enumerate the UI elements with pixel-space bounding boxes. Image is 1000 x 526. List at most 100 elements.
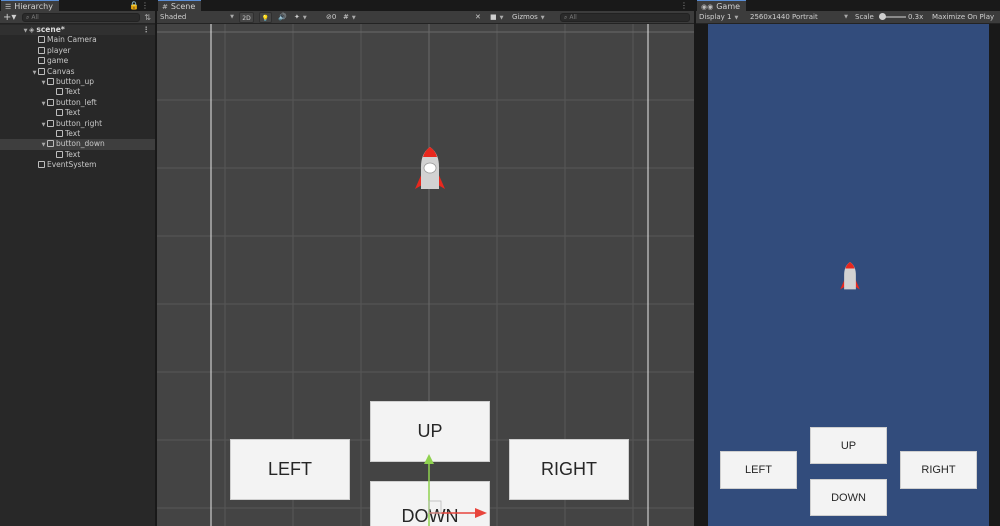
create-plus-icon[interactable]: +▾	[3, 11, 16, 24]
gameobject-cube-icon	[47, 140, 54, 148]
game-toolbar: Display 1 ▼ 2560x1440 Portrait ▼ Scale 0.3…	[696, 11, 1000, 24]
hierarchy-item-label: Main Camera	[47, 35, 97, 45]
game-button-right[interactable]: RIGHT	[900, 451, 977, 489]
scene-search-placeholder: All	[569, 14, 577, 21]
tab-scene[interactable]: # Scene	[158, 0, 202, 11]
move-gizmo[interactable]	[419, 452, 491, 526]
scene-button-right[interactable]: RIGHT	[509, 439, 629, 500]
tab-hierarchy[interactable]: ☰ Hierarchy	[1, 0, 59, 11]
toggle-2d-button[interactable]: 2D	[239, 12, 254, 23]
gameobject-cube-icon	[56, 88, 63, 96]
scene-view[interactable]: UP LEFT RIGHT DOWN	[157, 24, 694, 526]
game-button-up[interactable]: UP	[810, 427, 887, 464]
scale-label: Scale	[855, 13, 874, 21]
chevron-down-icon: ▼	[734, 15, 739, 21]
effects-icon[interactable]: ✦ ▼	[294, 12, 307, 23]
game-panel: ◉◉ Game Display 1 ▼ 2560x1440 Portrait ▼ Sc…	[696, 0, 1000, 526]
hierarchy-item[interactable]: ▼ button_right	[0, 119, 155, 129]
hierarchy-item-label: game	[47, 56, 69, 66]
gameobject-cube-icon	[47, 98, 54, 106]
tab-hierarchy-label: Hierarchy	[14, 2, 53, 11]
hierarchy-item-label: player	[47, 45, 71, 55]
unity-scene-icon: ◈	[29, 26, 35, 34]
scene-toolbar: Shaded ▼ 2D 💡 🔊 ✦ ▼ ⊘0 # ▼ ✕ ■ ▼ Gizmos ▼ ⌕ Al…	[157, 11, 694, 24]
scene-tabbar: # Scene ⋮	[157, 0, 694, 11]
scene-panel-menu-icon[interactable]: ⋮	[680, 0, 690, 11]
gameobject-cube-icon	[38, 46, 45, 54]
display-label: Display 1	[699, 13, 732, 21]
scene-visibility-icon[interactable]: ⊘0	[326, 12, 336, 23]
player-rocket[interactable]	[414, 147, 446, 193]
hierarchy-item[interactable]: player	[0, 46, 155, 56]
lighting-icon[interactable]: 💡	[259, 12, 272, 23]
hierarchy-toolbar: +▾ ⌕ All ⇅	[0, 11, 155, 24]
chevron-down-icon: ▼	[499, 15, 504, 21]
tab-game[interactable]: ◉◉ Game	[697, 0, 747, 11]
hierarchy-tabbar: ☰ Hierarchy 🔒⋮	[0, 0, 155, 11]
hierarchy-item[interactable]: Main Camera	[0, 35, 155, 45]
gameobject-cube-icon	[38, 161, 45, 169]
chevron-down-icon: ▼	[844, 14, 848, 20]
camera-icon[interactable]: ■ ▼	[490, 12, 503, 23]
gamepad-icon: ◉◉	[701, 3, 714, 11]
shading-mode-dropdown[interactable]: Shaded ▼	[160, 12, 236, 23]
hierarchy-search-input[interactable]: ⌕ All	[22, 13, 140, 22]
gameobject-cube-icon	[38, 36, 45, 44]
scene-search-input[interactable]: ⌕ All	[560, 13, 690, 22]
search-icon: ⌕	[564, 14, 568, 21]
hierarchy-item-label: button_left	[56, 97, 97, 107]
tools-icon[interactable]: ✕	[475, 12, 481, 23]
chevron-down-icon: ▼	[302, 15, 307, 21]
hierarchy-item[interactable]: EventSystem	[0, 160, 155, 170]
gameobject-cube-icon	[38, 57, 45, 65]
display-dropdown[interactable]: Display 1 ▼	[699, 12, 738, 23]
chevron-down-icon: ▼	[230, 14, 234, 20]
hierarchy-item[interactable]: Text	[0, 87, 155, 97]
hierarchy-item[interactable]: ▼ button_down	[0, 139, 155, 150]
hierarchy-item-label: Text	[65, 128, 81, 138]
hierarchy-item[interactable]: Text	[0, 150, 155, 160]
scene-options-icon[interactable]: ⋮	[143, 25, 151, 35]
hierarchy-item-label: scene*	[36, 25, 65, 34]
hierarchy-item[interactable]: ▼ Canvas	[0, 67, 155, 77]
hierarchy-item-label: EventSystem	[47, 160, 97, 170]
game-tabbar: ◉◉ Game	[696, 0, 1000, 11]
hierarchy-item[interactable]: ▼ button_left	[0, 98, 155, 108]
chevron-down-icon: ▼	[351, 15, 356, 21]
hierarchy-item-label: Text	[65, 87, 81, 97]
scene-button-left[interactable]: LEFT	[230, 439, 350, 500]
scene-panel: # Scene ⋮ Shaded ▼ 2D 💡 🔊 ✦ ▼ ⊘0 # ▼ ✕ ■ ▼ Gi…	[157, 0, 694, 526]
grid-toggle-icon[interactable]: # ▼	[343, 12, 356, 23]
resolution-dropdown[interactable]: 2560x1440 Portrait ▼	[750, 12, 850, 23]
shading-mode-label: Shaded	[160, 13, 187, 21]
scale-slider-handle[interactable]	[879, 13, 886, 20]
game-button-down[interactable]: DOWN	[810, 479, 887, 516]
maximize-on-play-toggle[interactable]: Maximize On Play	[932, 12, 994, 23]
hierarchy-item-label: Text	[65, 149, 81, 159]
gameobject-cube-icon	[47, 119, 54, 127]
gameobject-cube-icon	[56, 150, 63, 158]
sort-icon[interactable]: ⇅	[144, 11, 151, 24]
hierarchy-search-placeholder: All	[31, 14, 39, 21]
hierarchy-panel: ☰ Hierarchy 🔒⋮ +▾ ⌕ All ⇅ ▼ ◈ scene* ⋮ Main Ca…	[0, 0, 155, 526]
hierarchy-scene-row[interactable]: ▼ ◈ scene* ⋮	[0, 25, 155, 36]
audio-icon[interactable]: 🔊	[278, 12, 287, 23]
grid-icon: #	[162, 3, 168, 11]
scale-value: 0.3x	[908, 13, 924, 21]
hidden-count: 0	[331, 13, 337, 21]
game-view: UP LEFT RIGHT DOWN	[696, 24, 1000, 526]
gameobject-cube-icon	[38, 67, 45, 75]
hierarchy-item[interactable]: Text	[0, 108, 155, 118]
panel-menu-icon[interactable]: 🔒⋮	[129, 0, 151, 11]
gameobject-cube-icon	[56, 109, 63, 117]
hierarchy-item-label: Text	[65, 108, 81, 118]
resolution-label: 2560x1440 Portrait	[750, 13, 818, 21]
gizmos-label: Gizmos	[512, 13, 538, 21]
game-button-left[interactable]: LEFT	[720, 451, 797, 489]
hierarchy-item-label: Canvas	[47, 66, 75, 76]
hierarchy-item-label: button_right	[56, 118, 103, 128]
hierarchy-item[interactable]: Text	[0, 129, 155, 139]
hierarchy-item[interactable]: ▼ button_up	[0, 77, 155, 87]
hierarchy-item[interactable]: game	[0, 56, 155, 66]
gizmos-dropdown[interactable]: Gizmos ▼	[512, 12, 545, 23]
